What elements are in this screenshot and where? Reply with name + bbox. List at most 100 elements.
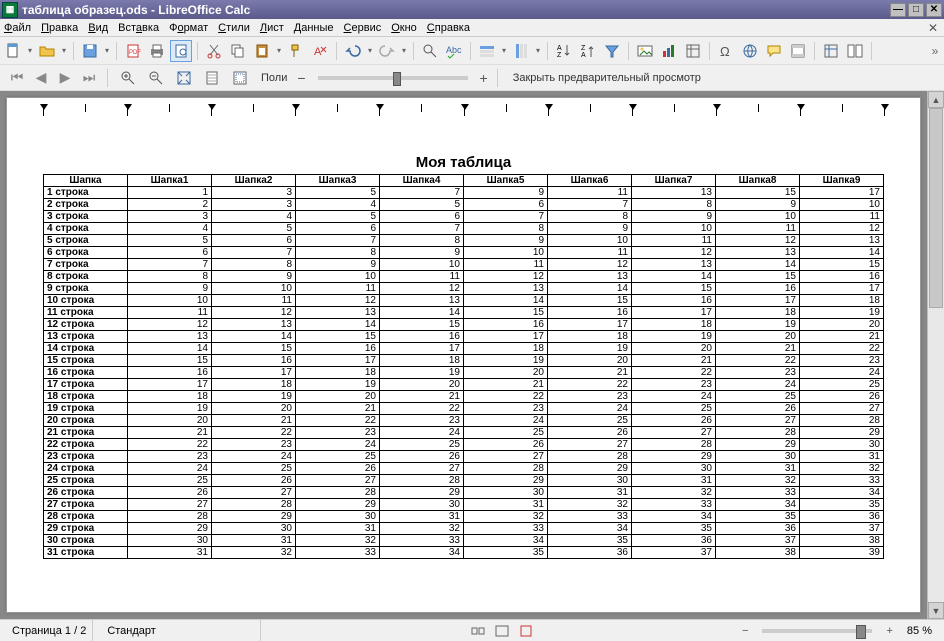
menu-сервис[interactable]: Сервис [344,22,382,34]
cell: 22 [800,343,884,355]
zoom-out-icon[interactable] [145,67,167,89]
spellcheck-icon[interactable]: Abc [443,40,465,62]
cell: 28 [800,415,884,427]
column-dropdown-icon[interactable]: ▾ [534,46,542,55]
cut-icon[interactable] [203,40,225,62]
undo-dropdown-icon[interactable]: ▾ [366,46,374,55]
menu-файл[interactable]: Файл [4,22,31,34]
copies-slider[interactable] [318,76,468,80]
menu-стили[interactable]: Стили [218,22,250,34]
save-icon[interactable] [79,40,101,62]
cell: 18 [548,331,632,343]
cell: 5 [128,235,212,247]
cell: 13 [212,319,296,331]
paste-dropdown-icon[interactable]: ▾ [275,46,283,55]
menu-правка[interactable]: Правка [41,22,78,34]
zoom-in-status-icon[interactable]: + [886,625,892,637]
export-pdf-icon[interactable]: PDF [122,40,144,62]
scroll-thumb[interactable] [929,108,943,308]
signature-icon[interactable] [518,624,534,638]
row-dropdown-icon[interactable]: ▾ [500,46,508,55]
menu-формат[interactable]: Формат [169,22,208,34]
column-icon[interactable] [510,40,532,62]
header-footer-icon[interactable] [787,40,809,62]
margins-icon[interactable] [229,67,251,89]
cell: 22 [632,367,716,379]
col-header: Шапка [44,175,128,187]
cell: 10 [716,211,800,223]
comment-icon[interactable] [763,40,785,62]
row-header: 31 строка [44,547,128,559]
minimize-button[interactable]: — [890,3,906,17]
menu-справка[interactable]: Справка [427,22,470,34]
cell: 17 [716,295,800,307]
maximize-button[interactable]: □ [908,3,924,17]
undo-icon[interactable] [342,40,364,62]
sort-asc-icon[interactable]: AZ [553,40,575,62]
cell: 16 [716,283,800,295]
cell: 11 [128,307,212,319]
cell: 14 [716,259,800,271]
freeze-icon[interactable] [820,40,842,62]
doc-close-icon[interactable]: ✕ [926,21,940,35]
close-preview-link[interactable]: Закрыть предварительный просмотр [513,72,701,84]
clone-format-icon[interactable] [285,40,307,62]
save-dropdown-icon[interactable]: ▾ [103,46,111,55]
selection-mode-icon[interactable] [494,624,510,638]
insert-mode-icon[interactable] [470,624,486,638]
insert-chart-icon[interactable] [658,40,680,62]
table-row: 3 строка34567891011 [44,211,884,223]
data-table: ШапкаШапка1Шапка2Шапка3Шапка4Шапка5Шапка… [43,174,884,559]
sort-desc-icon[interactable]: ZA [577,40,599,62]
menu-окно[interactable]: Окно [391,22,417,34]
first-page-icon[interactable]: ⏮ [8,69,26,87]
prev-page-icon[interactable]: ◀ [32,69,50,87]
split-window-icon[interactable] [844,40,866,62]
scroll-down-icon[interactable]: ▼ [928,602,944,619]
open-dropdown-icon[interactable]: ▾ [60,46,68,55]
cell: 9 [548,223,632,235]
zoom-in-icon[interactable] [117,67,139,89]
menu-вид[interactable]: Вид [88,22,108,34]
special-char-icon[interactable]: Ω [715,40,737,62]
zoom-slider[interactable] [762,629,872,633]
format-page-icon[interactable] [201,67,223,89]
cell: 33 [548,511,632,523]
redo-icon[interactable] [376,40,398,62]
row-icon[interactable] [476,40,498,62]
paste-icon[interactable] [251,40,273,62]
autofilter-icon[interactable] [601,40,623,62]
scroll-up-icon[interactable]: ▲ [928,91,944,108]
new-doc-icon[interactable] [2,40,24,62]
find-icon[interactable] [419,40,441,62]
last-page-icon[interactable]: ⏭ [80,69,98,87]
pivot-icon[interactable] [682,40,704,62]
zoom-out-status-icon[interactable]: − [742,625,748,637]
cell: 29 [296,499,380,511]
insert-image-icon[interactable] [634,40,656,62]
table-row: 20 строка202122232425262728 [44,415,884,427]
table-title: Моя таблица [43,154,884,171]
print-preview-icon[interactable] [170,40,192,62]
hyperlink-icon[interactable] [739,40,761,62]
next-page-icon[interactable]: ▶ [56,69,74,87]
menu-лист[interactable]: Лист [260,22,284,34]
copies-label: Поли [261,72,287,84]
copies-minus-icon[interactable]: − [297,70,305,86]
horizontal-ruler [43,104,884,120]
print-icon[interactable] [146,40,168,62]
new-doc-dropdown-icon[interactable]: ▾ [26,46,34,55]
clear-format-icon[interactable]: A [309,40,331,62]
cell: 35 [716,511,800,523]
copies-plus-icon[interactable]: + [480,70,488,86]
copy-icon[interactable] [227,40,249,62]
full-screen-icon[interactable] [173,67,195,89]
menu-данные[interactable]: Данные [294,22,334,34]
close-button[interactable]: ✕ [926,3,942,17]
menu-вставка[interactable]: Вставка [118,22,159,34]
vertical-scrollbar[interactable]: ▲ ▼ [927,91,944,619]
cell: 18 [380,355,464,367]
toolbar-overflow-icon[interactable]: » [928,44,942,58]
open-icon[interactable] [36,40,58,62]
redo-dropdown-icon[interactable]: ▾ [400,46,408,55]
